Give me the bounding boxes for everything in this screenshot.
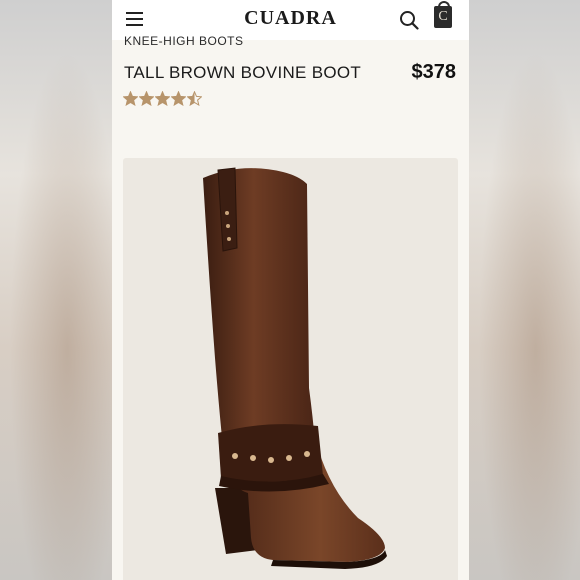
star-icon [171,91,186,106]
product-category[interactable]: KNEE-HIGH BOOTS [124,34,244,48]
search-icon[interactable] [399,10,419,30]
background-blur-right [469,0,580,580]
rating-stars[interactable] [123,91,202,106]
star-icon [123,91,138,106]
star-icon [139,91,154,106]
product-price: $378 [411,61,457,83]
background-blur-left [0,0,112,580]
star-icon [187,91,202,106]
bag-letter: C [438,9,448,24]
product-image[interactable] [123,158,458,580]
boot-image [203,167,387,569]
product-title: TALL BROWN BOVINE BOOT [124,63,362,82]
shopping-bag-icon[interactable]: C [434,1,452,28]
phone-screen: CUADRA C KNEE-HIGH BOOTS TALL BROWN BOVI… [112,0,469,580]
star-icon [155,91,170,106]
